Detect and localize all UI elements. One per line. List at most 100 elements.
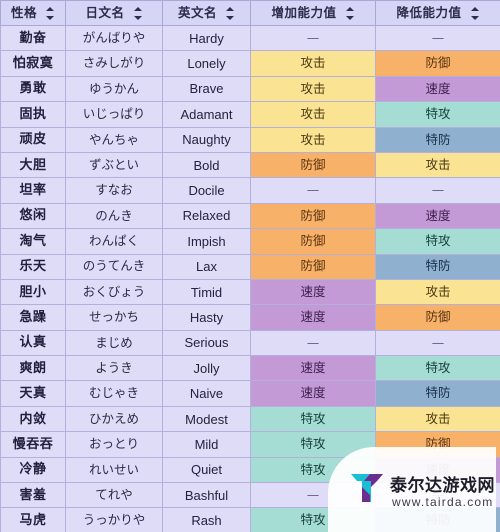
nature-name-zh: 固执	[0, 101, 66, 128]
nature-name-jp: うっかりや	[65, 507, 163, 532]
nature-name-jp: のんき	[65, 203, 163, 230]
nature-name-jp: ようき	[65, 355, 163, 382]
table-row: 悠闲 のんき Relaxed 防御 速度	[0, 203, 500, 230]
decreased-stat: 特攻	[375, 101, 500, 128]
column-header-zh[interactable]: 性格	[0, 0, 66, 26]
increased-stat: 速度	[250, 380, 376, 407]
table-row: 爽朗 ようき Jolly 速度 特攻	[0, 355, 500, 382]
nature-name-zh: 乐天	[0, 254, 66, 280]
decreased-stat: 速度	[375, 203, 500, 230]
table-row: 乐天 のうてんき Lax 防御 特防	[0, 254, 500, 280]
table-row: 坦率 すなお Docile — —	[0, 177, 500, 204]
table-row: 怕寂寞 さみしがり Lonely 攻击 防御	[0, 50, 500, 77]
column-header-label: 日文名	[85, 4, 125, 20]
sort-updown-icon[interactable]	[226, 6, 235, 20]
nature-name-jp: すなお	[65, 177, 163, 204]
increased-stat: 特攻	[250, 406, 376, 433]
increased-stat: 特攻	[250, 457, 376, 484]
nature-name-en: Naive	[162, 380, 251, 407]
table-row: 天真 むじゃき Naive 速度 特防	[0, 380, 500, 407]
nature-name-en: Naughty	[162, 127, 251, 153]
increased-stat: 特攻	[250, 431, 376, 458]
decreased-stat: 防御	[375, 431, 500, 458]
nature-name-en: Rash	[162, 507, 251, 532]
increased-stat: 特攻	[250, 507, 376, 532]
sort-updown-icon[interactable]	[345, 6, 355, 20]
increased-stat: —	[250, 482, 376, 509]
column-header-label: 英文名	[177, 4, 217, 20]
nature-name-jp: ひかえめ	[65, 406, 163, 433]
decreased-stat: 特防	[375, 127, 500, 153]
decreased-stat: 攻击	[375, 279, 500, 306]
nature-name-zh: 慢吞吞	[0, 431, 66, 458]
increased-stat: 速度	[250, 279, 376, 306]
column-header-en[interactable]: 英文名	[162, 0, 251, 26]
table-header: 性格 日文名 英文名 增加能力值 降低能力值	[0, 0, 500, 26]
table-row: 害羞 てれや Bashful — —	[0, 482, 500, 509]
nature-name-en: Hasty	[162, 304, 251, 331]
nature-name-zh: 悠闲	[0, 203, 66, 230]
nature-name-en: Hardy	[162, 25, 251, 52]
nature-name-en: Lonely	[162, 50, 251, 77]
decreased-stat: 特攻	[375, 228, 500, 255]
sort-updown-icon[interactable]	[133, 6, 143, 20]
increased-stat: 速度	[250, 355, 376, 382]
nature-name-zh: 内敛	[0, 406, 66, 433]
decreased-stat: 特防	[375, 507, 500, 532]
nature-name-jp: のうてんき	[65, 254, 163, 280]
nature-name-en: Docile	[162, 177, 251, 204]
nature-name-en: Modest	[162, 406, 251, 433]
nature-name-zh: 冷静	[0, 457, 66, 484]
nature-name-jp: おっとり	[65, 431, 163, 458]
nature-name-zh: 淘气	[0, 228, 66, 255]
nature-name-zh: 顽皮	[0, 127, 66, 153]
table-body: 勤奋 がんばりや Hardy — — 怕寂寞 さみしがり Lonely 攻击 防御 勇敢 ゆうかん Br…	[0, 25, 500, 532]
pokemon-nature-table: 性格 日文名 英文名 增加能力值 降低能力值 勤奋 がんばりや Hardy — — 怕寂寞 さみしが…	[0, 0, 500, 532]
nature-name-zh: 认真	[0, 330, 66, 357]
sort-updown-icon[interactable]	[470, 6, 480, 20]
decreased-stat: —	[375, 482, 500, 509]
decreased-stat: 攻击	[375, 406, 500, 433]
nature-name-en: Lax	[162, 254, 251, 280]
table-header-row: 性格 日文名 英文名 增加能力值 降低能力值	[0, 0, 500, 26]
table-row: 淘气 わんぱく Impish 防御 特攻	[0, 228, 500, 255]
table-row: 马虎 うっかりや Rash 特攻 特防	[0, 507, 500, 532]
nature-name-jp: わんぱく	[65, 228, 163, 255]
increased-stat: 速度	[250, 304, 376, 331]
column-header-jp[interactable]: 日文名	[65, 0, 163, 26]
nature-name-en: Quiet	[162, 457, 251, 484]
decreased-stat: 特防	[375, 254, 500, 280]
nature-name-jp: むじゃき	[65, 380, 163, 407]
table-row: 急躁 せっかち Hasty 速度 防御	[0, 304, 500, 331]
nature-name-en: Adamant	[162, 101, 251, 128]
increased-stat: —	[250, 25, 376, 52]
column-header-down[interactable]: 降低能力值	[375, 0, 500, 26]
table-row: 内敛 ひかえめ Modest 特攻 攻击	[0, 406, 500, 433]
nature-name-en: Bold	[162, 152, 251, 179]
decreased-stat: 速度	[375, 76, 500, 103]
increased-stat: 攻击	[250, 127, 376, 153]
table-row: 胆小 おくびょう Timid 速度 攻击	[0, 279, 500, 306]
column-header-up[interactable]: 增加能力值	[250, 0, 376, 26]
decreased-stat: 攻击	[375, 152, 500, 179]
decreased-stat: —	[375, 25, 500, 52]
decreased-stat: 速度	[375, 457, 500, 484]
nature-name-jp: てれや	[65, 482, 163, 509]
increased-stat: —	[250, 177, 376, 204]
nature-name-jp: おくびょう	[65, 279, 163, 306]
increased-stat: —	[250, 330, 376, 357]
nature-name-zh: 勤奋	[0, 25, 66, 52]
nature-name-en: Bashful	[162, 482, 251, 509]
nature-name-zh: 勇敢	[0, 76, 66, 103]
nature-name-zh: 爽朗	[0, 355, 66, 382]
nature-name-zh: 坦率	[0, 177, 66, 204]
nature-name-jp: いじっぱり	[65, 101, 163, 128]
nature-name-en: Timid	[162, 279, 251, 306]
table-row: 大胆 ずぶとい Bold 防御 攻击	[0, 152, 500, 179]
increased-stat: 攻击	[250, 76, 376, 103]
nature-name-zh: 大胆	[0, 152, 66, 179]
column-header-label: 降低能力值	[396, 4, 462, 20]
sort-updown-icon[interactable]	[46, 6, 55, 20]
nature-name-jp: やんちゃ	[65, 127, 163, 153]
nature-name-jp: ゆうかん	[65, 76, 163, 103]
